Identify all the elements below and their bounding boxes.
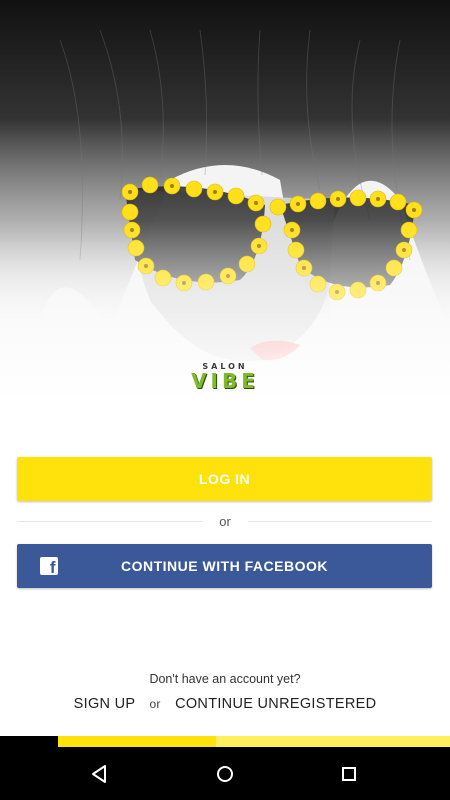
- progress-strip: [0, 736, 450, 747]
- divider-or-text: or: [219, 514, 231, 529]
- progress-segment-black: [0, 736, 58, 747]
- footer-or-text: or: [149, 697, 161, 711]
- no-account-prompt: Don't have an account yet?: [149, 672, 301, 686]
- progress-segment-light: [216, 736, 450, 747]
- bottom-links: SIGN UP or CONTINUE UNREGISTERED: [0, 696, 450, 712]
- facebook-login-button[interactable]: f CONTINUE WITH FACEBOOK: [17, 544, 432, 588]
- recents-icon[interactable]: [335, 760, 363, 788]
- divider-right: [248, 521, 432, 522]
- android-nav-bar: [0, 747, 450, 800]
- login-button[interactable]: LOG IN: [17, 457, 432, 501]
- divider-left: [17, 521, 202, 522]
- salon-vibe-logo: SALON VIBE: [0, 362, 450, 391]
- progress-segment-yellow: [58, 736, 216, 747]
- continue-unregistered-link[interactable]: CONTINUE UNREGISTERED: [175, 696, 376, 712]
- signup-link[interactable]: SIGN UP: [74, 696, 135, 712]
- logo-main-text: VIBE: [191, 369, 259, 393]
- home-icon[interactable]: [211, 760, 239, 788]
- login-button-label: LOG IN: [198, 471, 251, 487]
- back-icon[interactable]: [86, 760, 114, 788]
- hero-image: [0, 0, 450, 400]
- facebook-button-label: CONTINUE WITH FACEBOOK: [121, 558, 328, 574]
- facebook-icon: f: [40, 557, 58, 577]
